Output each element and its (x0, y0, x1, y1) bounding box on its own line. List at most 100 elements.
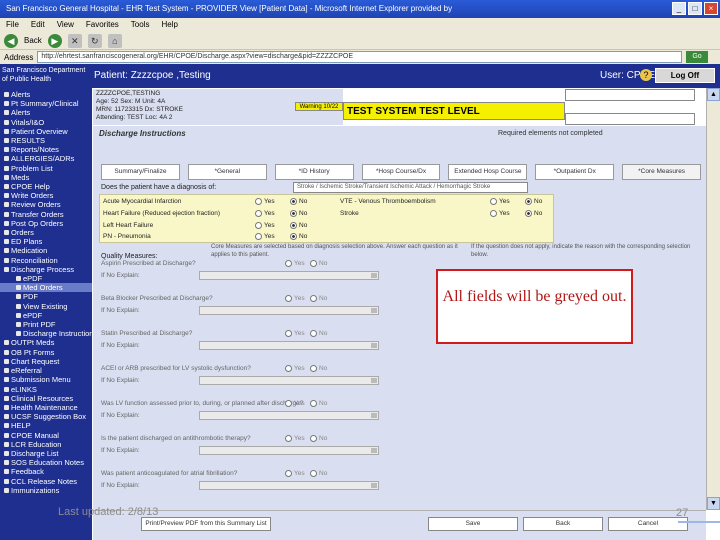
sidebar-item[interactable]: Pt Summary/Clinical (0, 99, 92, 108)
dx-no-option[interactable]: No (290, 210, 307, 217)
sidebar-item[interactable]: Alerts (0, 90, 92, 99)
menu-file[interactable]: File (6, 18, 19, 32)
sidebar-item[interactable]: Patient Overview (0, 127, 92, 136)
stop-icon[interactable]: ✕ (67, 33, 82, 48)
sidebar-item[interactable]: CPOE Manual (0, 431, 92, 440)
dx-yes-option[interactable]: Yes (255, 210, 275, 217)
home-icon[interactable]: ⌂ (107, 33, 122, 48)
back-label[interactable]: Back (24, 36, 42, 45)
sidebar-item[interactable]: Write Orders (0, 191, 92, 200)
tab-extended-hosp-course[interactable]: Extended Hosp Course (448, 164, 528, 180)
menu-view[interactable]: View (57, 18, 74, 32)
dx-no-option[interactable]: No (290, 233, 307, 240)
measure-explain-select[interactable] (199, 306, 379, 315)
sidebar-item[interactable]: Review Orders (0, 200, 92, 209)
radio-icon[interactable] (255, 198, 262, 205)
sidebar-item[interactable]: CPOE Help (0, 182, 92, 191)
sidebar-item[interactable]: Chart Request (0, 357, 92, 366)
help-icon[interactable]: ? (640, 69, 652, 81)
forward-arrow-icon[interactable]: ▶ (47, 33, 62, 48)
sidebar-item[interactable]: HELP (0, 421, 92, 430)
dx-yes-option[interactable]: Yes (490, 210, 510, 217)
tab-general[interactable]: *General (187, 164, 267, 180)
menu-edit[interactable]: Edit (31, 18, 45, 32)
sidebar-item[interactable]: LCR Education (0, 440, 92, 449)
sidebar-item[interactable]: Alerts (0, 108, 92, 117)
radio-icon[interactable] (285, 295, 292, 302)
cancel-button[interactable]: Cancel (608, 517, 688, 531)
radio-icon[interactable] (255, 210, 262, 217)
back-button[interactable]: Back (523, 517, 603, 531)
radio-icon[interactable] (285, 330, 292, 337)
dx-no-option[interactable]: No (525, 198, 542, 205)
sidebar-item[interactable]: OB Pt Forms (0, 348, 92, 357)
sidebar-item[interactable]: ePDF (0, 311, 92, 320)
tab-core-measures[interactable]: *Core Measures (622, 164, 702, 180)
banner-select-bottom[interactable] (565, 113, 695, 125)
menu-favorites[interactable]: Favorites (86, 18, 119, 32)
sidebar-item[interactable]: SOS Education Notes (0, 458, 92, 467)
measure-explain-select[interactable] (199, 411, 379, 420)
radio-icon[interactable] (490, 210, 497, 217)
sidebar-item[interactable]: RESULTS (0, 136, 92, 145)
sidebar-item[interactable]: Problem List (0, 164, 92, 173)
sidebar-item[interactable]: Med Orders (0, 283, 92, 293)
sidebar-item[interactable]: Vitals/I&O (0, 118, 92, 127)
go-button[interactable]: Go (686, 51, 708, 63)
sidebar-item[interactable]: Clinical Resources (0, 394, 92, 403)
sidebar-item[interactable]: Reports/Notes (0, 145, 92, 154)
print-pdf-button[interactable]: Print/Preview PDF from this Summary List (141, 517, 271, 531)
back-arrow-icon[interactable]: ◀ (4, 33, 18, 48)
tab-summary-finalize[interactable]: Summary/Finalize (101, 164, 180, 180)
sidebar-item[interactable]: ePDF (0, 274, 92, 283)
sidebar-item[interactable]: Post Op Orders (0, 219, 92, 228)
dx-no-option[interactable]: No (290, 222, 307, 229)
sidebar-item[interactable]: ALLERGIES/ADRs (0, 154, 92, 163)
sidebar-item[interactable]: Reconciliation (0, 256, 92, 265)
measure-explain-select[interactable] (199, 446, 379, 455)
scroll-down-icon[interactable]: ▼ (707, 497, 720, 510)
radio-icon[interactable] (310, 400, 318, 407)
banner-select-top[interactable] (565, 89, 695, 101)
radio-icon[interactable] (310, 365, 318, 372)
sidebar-item[interactable]: eLINKS (0, 385, 92, 394)
radio-icon[interactable] (310, 470, 318, 477)
sidebar-item[interactable]: eReferral (0, 366, 92, 375)
tab-id-history[interactable]: *ID History (274, 164, 354, 180)
radio-selected-icon[interactable] (290, 233, 297, 240)
close-button[interactable]: × (704, 2, 718, 15)
radio-selected-icon[interactable] (290, 210, 297, 217)
minimize-button[interactable]: _ (672, 2, 686, 15)
save-button[interactable]: Save (428, 517, 518, 531)
sidebar-item[interactable]: Feedback (0, 467, 92, 476)
address-input[interactable]: http://ehrtest.sanfranciscogeneral.org/E… (37, 51, 682, 63)
sidebar-item[interactable]: CCL Release Notes (0, 477, 92, 486)
radio-icon[interactable] (285, 400, 292, 407)
radio-icon[interactable] (310, 435, 318, 442)
sidebar-item[interactable]: Discharge Process (0, 265, 92, 274)
radio-icon[interactable] (490, 198, 497, 205)
dx-yes-option[interactable]: Yes (255, 222, 275, 229)
measure-explain-select[interactable] (199, 271, 379, 280)
measure-explain-select[interactable] (199, 481, 379, 490)
dx-select[interactable]: Stroke / Ischemic Stroke/Transient Ische… (293, 182, 528, 193)
dx-no-option[interactable]: No (290, 198, 307, 205)
radio-icon[interactable] (285, 470, 292, 477)
dx-yes-option[interactable]: Yes (490, 198, 510, 205)
menu-help[interactable]: Help (161, 18, 177, 32)
dx-yes-option[interactable]: Yes (255, 198, 275, 205)
tab-hosp-course[interactable]: *Hosp Course/Dx (361, 164, 441, 180)
sidebar-item[interactable]: Discharge Instructions (0, 329, 92, 338)
measure-explain-select[interactable] (199, 376, 379, 385)
measure-explain-select[interactable] (199, 341, 379, 350)
radio-selected-icon[interactable] (525, 198, 532, 205)
maximize-button[interactable]: □ (688, 2, 702, 15)
radio-icon[interactable] (285, 260, 292, 267)
radio-selected-icon[interactable] (525, 210, 532, 217)
vertical-scrollbar[interactable]: ▲ ▼ (706, 88, 720, 510)
sidebar-item[interactable]: Medication (0, 246, 92, 255)
radio-icon[interactable] (255, 233, 262, 240)
sidebar-item[interactable]: ED Plans (0, 237, 92, 246)
tab-outpatient-dx[interactable]: *Outpatient Dx (535, 164, 615, 180)
radio-icon[interactable] (255, 222, 262, 229)
